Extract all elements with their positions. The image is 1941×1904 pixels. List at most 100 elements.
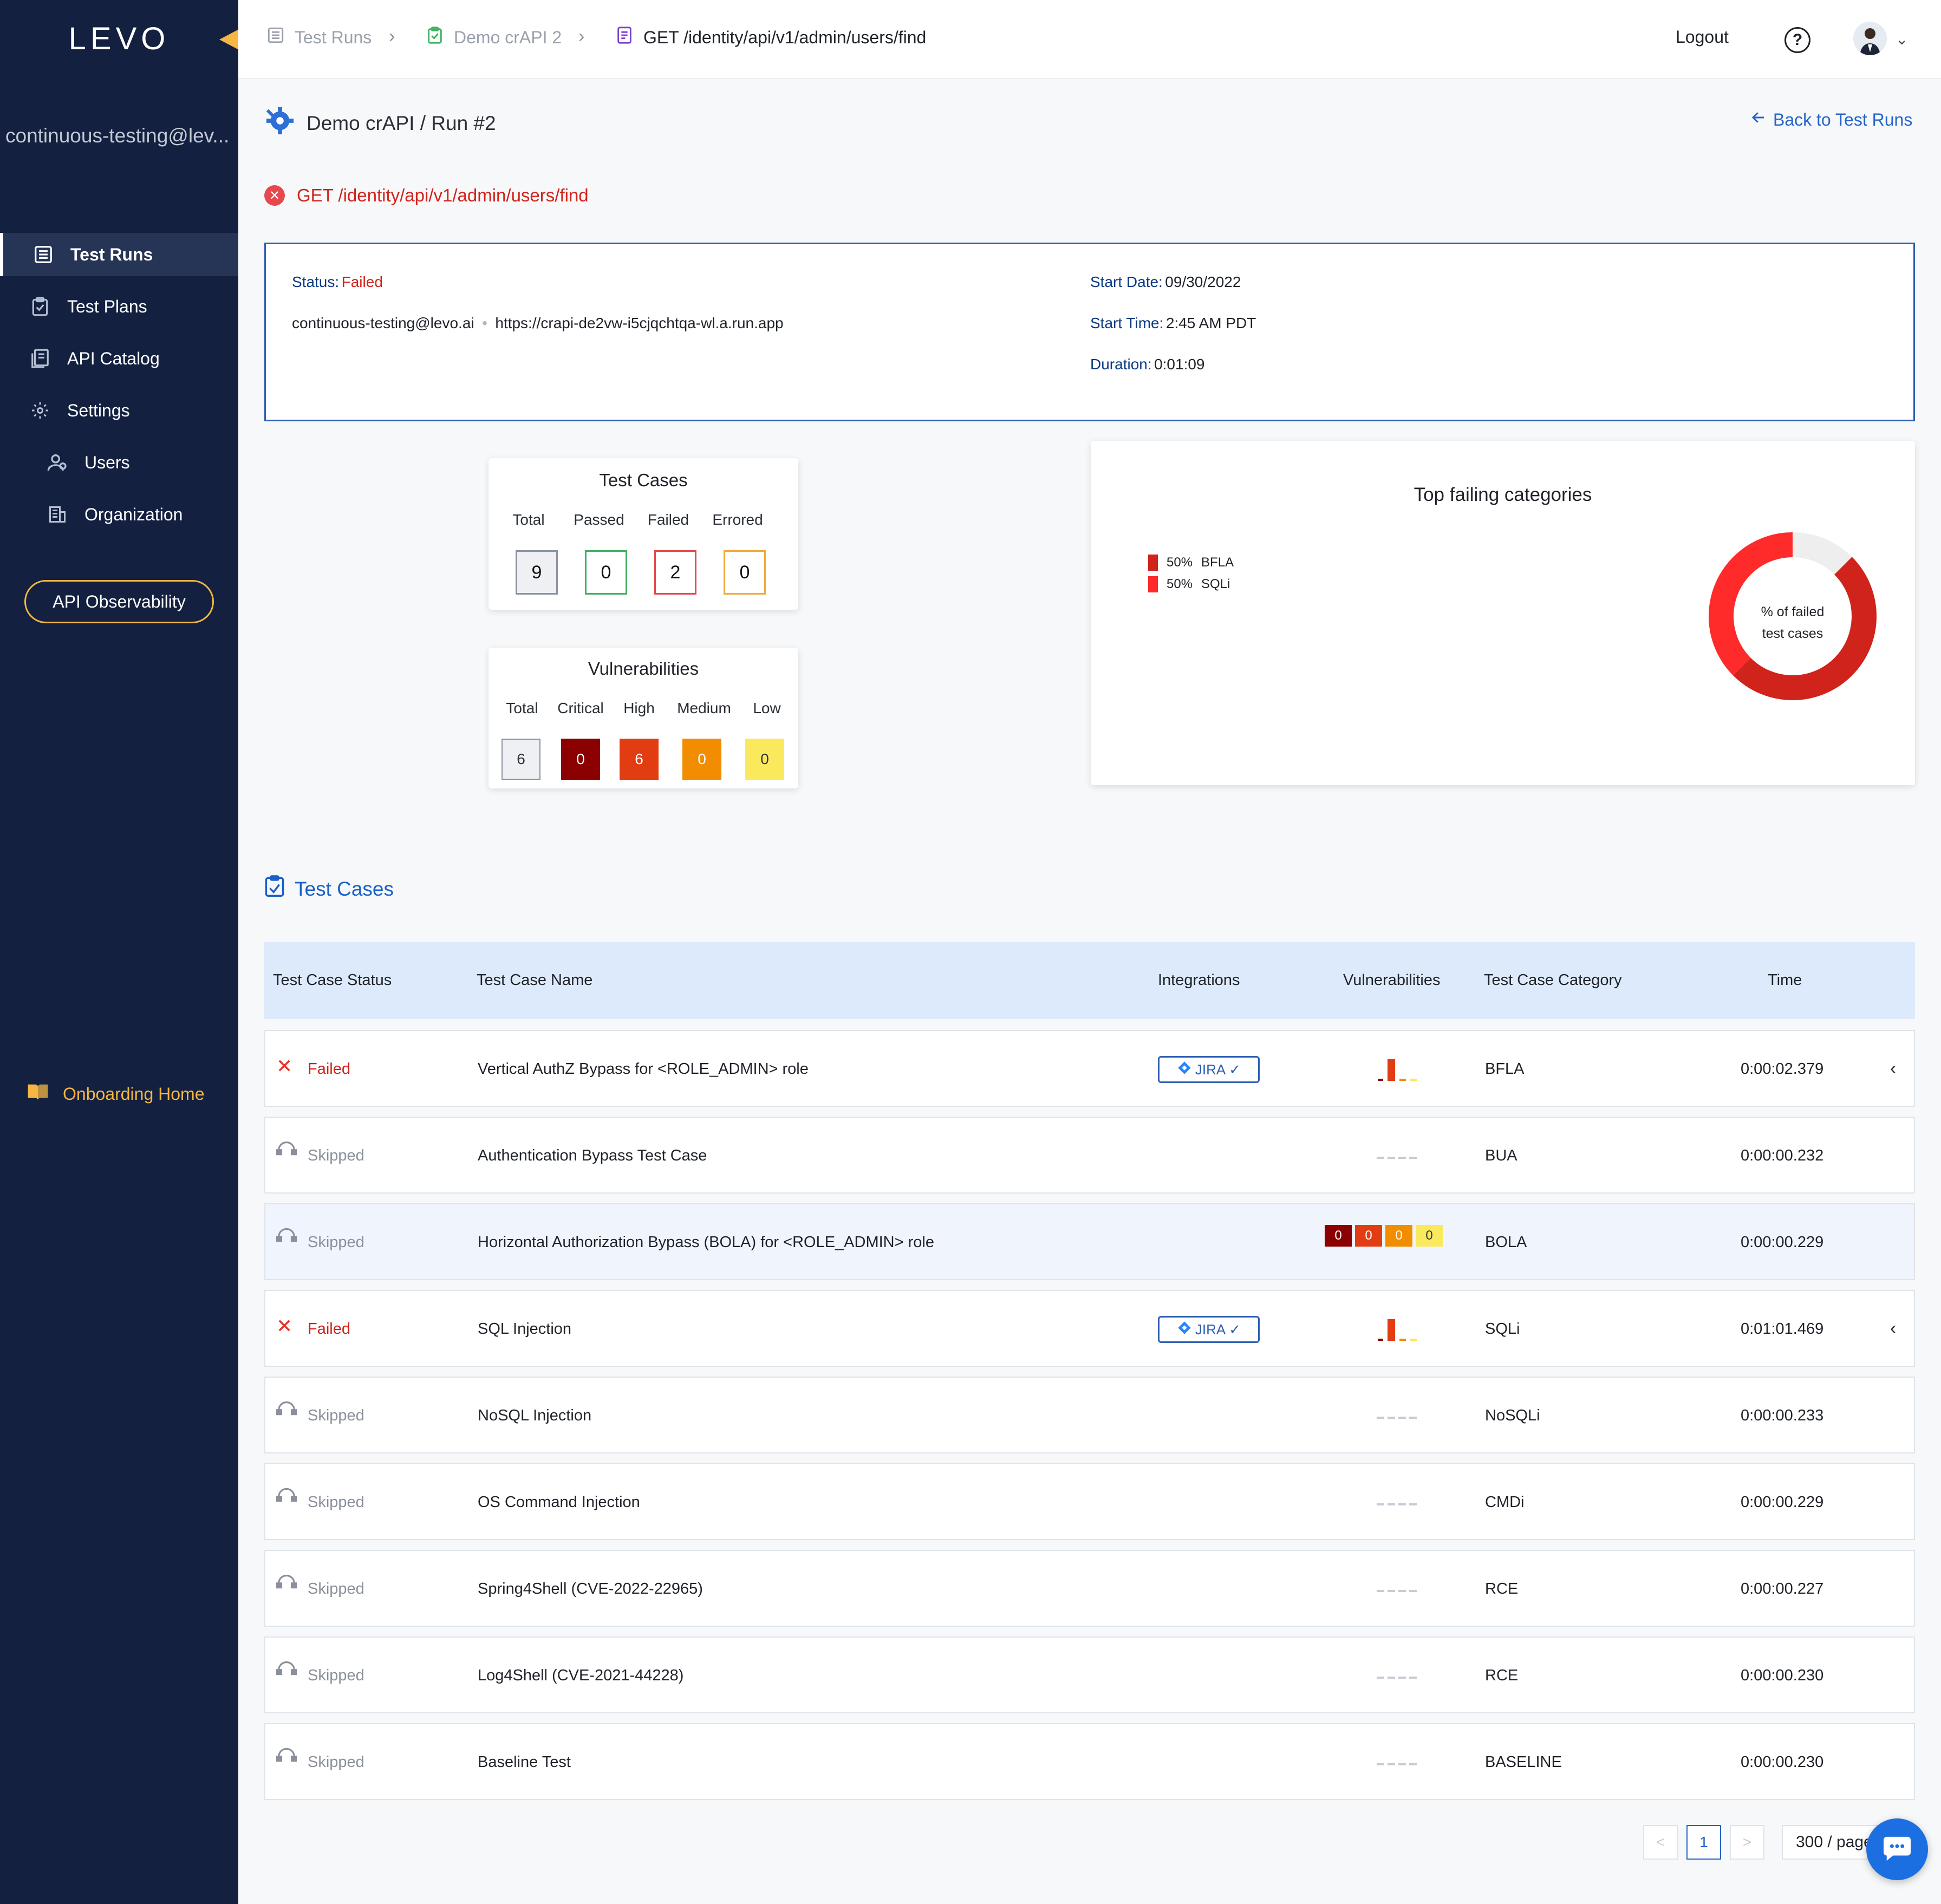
- sidebar-item-api-catalog[interactable]: API Catalog: [0, 337, 238, 380]
- legend-item-bfla: 50% BFLA: [1148, 555, 1234, 571]
- status-text: Skipped: [308, 1494, 364, 1511]
- legend-pct: 50%: [1167, 555, 1193, 570]
- endpoint-title: ✕ GET /identity/api/v1/admin/users/find: [264, 185, 589, 206]
- sidebar-item-test-runs[interactable]: Test Runs: [0, 233, 238, 276]
- sidebar-item-settings[interactable]: Settings: [0, 389, 238, 432]
- table-row[interactable]: ✕ Failed Vertical AuthZ Bypass for <ROLE_A…: [264, 1030, 1915, 1107]
- page-1-button[interactable]: 1: [1686, 1825, 1721, 1860]
- breadcrumb-test-runs[interactable]: Test Runs: [266, 26, 372, 49]
- sidebar-item-label: Users: [84, 452, 130, 472]
- vulnerabilities-summary-card: Vulnerabilities Total Critical High Medi…: [488, 648, 798, 788]
- vuln-critical-count: 0: [561, 739, 600, 780]
- col-label-errored: Errored: [712, 511, 763, 528]
- status-text: Skipped: [308, 1234, 364, 1251]
- users-icon: [45, 451, 69, 474]
- sidebar-item-label: Organization: [84, 504, 183, 524]
- sidebar-item-users[interactable]: Users: [0, 441, 238, 484]
- test-case-time: 0:00:00.227: [1741, 1580, 1824, 1597]
- duration-value: 0:01:09: [1154, 356, 1205, 373]
- section-title-text: Test Cases: [295, 877, 394, 900]
- error-icon: ✕: [264, 185, 285, 206]
- col-label-failed: Failed: [647, 511, 689, 528]
- table-row[interactable]: Skipped Baseline Test BASELINE 0:00:00.230: [264, 1723, 1915, 1800]
- test-case-name: NoSQL Injection: [478, 1407, 592, 1424]
- org-email[interactable]: continuous-testing@lev...: [5, 125, 236, 147]
- table-row[interactable]: Skipped OS Command Injection CMDi 0:00:00.2…: [264, 1463, 1915, 1540]
- table-row[interactable]: Skipped Log4Shell (CVE-2021-44228) RCE 0:00…: [264, 1636, 1915, 1713]
- status-text: Skipped: [308, 1407, 364, 1424]
- failed-x-icon: ✕: [276, 1055, 293, 1077]
- back-label: Back to Test Runs: [1773, 109, 1913, 129]
- next-page-button[interactable]: >: [1730, 1825, 1764, 1860]
- vulnerability-sparkline: [1378, 1319, 1417, 1341]
- test-case-time: 0:00:00.230: [1741, 1667, 1824, 1684]
- breadcrumb-label: Demo crAPI 2: [454, 27, 562, 47]
- jira-integration-badge[interactable]: JIRA ✓: [1158, 1056, 1260, 1083]
- table-row[interactable]: ✕ Failed SQL Injection JIRA ✓ SQLi 0:01:01.469…: [264, 1290, 1915, 1367]
- page-title: Demo crAPI / Run #2: [264, 106, 496, 140]
- column-header-time[interactable]: Time: [1768, 971, 1802, 989]
- col-label-critical: Critical: [557, 700, 604, 716]
- test-case-category: RCE: [1485, 1580, 1519, 1597]
- onboarding-home-link[interactable]: Onboarding Home: [27, 1082, 204, 1106]
- chat-button[interactable]: [1866, 1818, 1928, 1880]
- breadcrumb-label: GET /identity/api/v1/admin/users/find: [643, 27, 927, 47]
- no-vulnerability-placeholder: [1377, 1157, 1418, 1159]
- jira-label: JIRA: [1195, 1061, 1226, 1078]
- endpoint-text: GET /identity/api/v1/admin/users/find: [297, 185, 589, 205]
- table-row[interactable]: Skipped NoSQL Injection NoSQLi 0:00:00.233: [264, 1377, 1915, 1453]
- checklist-icon: [264, 875, 285, 903]
- clipboard-icon: [426, 26, 444, 49]
- logout-button[interactable]: Logout: [1676, 27, 1729, 47]
- vuln-severity-count: 0: [1355, 1225, 1382, 1247]
- legend-name: BFLA: [1201, 555, 1234, 570]
- test-case-name: SQL Injection: [478, 1320, 572, 1338]
- table-row[interactable]: Skipped Horizontal Authorization Bypass (…: [264, 1203, 1915, 1280]
- skipped-icon: [276, 1399, 297, 1420]
- test-case-category: NoSQLi: [1485, 1407, 1540, 1424]
- column-header-integrations[interactable]: Integrations: [1158, 971, 1240, 989]
- status-text: Skipped: [308, 1580, 364, 1597]
- sidebar-item-test-plans[interactable]: Test Plans: [0, 285, 238, 328]
- column-header-status[interactable]: Test Case Status: [273, 971, 392, 989]
- status-field: Status: Failed: [292, 273, 383, 291]
- top-failing-categories-card: Top failing categories 50% BFLA 50% SQLi…: [1091, 441, 1915, 785]
- no-vulnerability-placeholder: [1377, 1503, 1418, 1505]
- vuln-severity-count: 0: [1416, 1225, 1443, 1247]
- breadcrumb-label: Test Runs: [295, 27, 372, 47]
- table-row[interactable]: Skipped Authentication Bypass Test Case BU…: [264, 1117, 1915, 1194]
- breadcrumb-separator-icon: ›: [578, 26, 585, 47]
- check-icon: ✓: [1229, 1321, 1241, 1338]
- chevron-down-icon[interactable]: ⌄: [1896, 30, 1908, 48]
- book-icon: [27, 1082, 49, 1106]
- legend-swatch: [1148, 555, 1158, 571]
- status-text: Skipped: [308, 1753, 364, 1771]
- jira-label: JIRA: [1195, 1321, 1226, 1338]
- vuln-high-count: 6: [620, 739, 659, 780]
- sidebar-item-organization[interactable]: Organization: [0, 493, 238, 536]
- column-header-category[interactable]: Test Case Category: [1484, 971, 1622, 989]
- column-header-vulnerabilities[interactable]: Vulnerabilities: [1343, 971, 1440, 989]
- collapse-sidebar-icon[interactable]: [219, 29, 239, 50]
- column-header-name[interactable]: Test Case Name: [477, 971, 592, 989]
- start-date-field: Start Date: 09/30/2022: [1090, 273, 1241, 291]
- table-row[interactable]: Skipped Spring4Shell (CVE-2022-22965) RCE 0…: [264, 1550, 1915, 1627]
- donut-center-line1: % of failed: [1761, 604, 1825, 620]
- avatar[interactable]: [1853, 22, 1887, 55]
- breadcrumb-test-plan[interactable]: Demo crAPI 2: [426, 26, 562, 49]
- api-observability-button[interactable]: API Observability: [24, 580, 214, 623]
- jira-integration-badge[interactable]: JIRA ✓: [1158, 1316, 1260, 1343]
- target-url[interactable]: https://crapi-de2vw-i5cjqchtqa-wl.a.run.…: [495, 315, 783, 331]
- no-vulnerability-placeholder: [1377, 1763, 1418, 1765]
- vuln-severity-count: 0: [1325, 1225, 1352, 1247]
- expand-chevron-icon[interactable]: ‹: [1890, 1318, 1896, 1339]
- test-case-category: BOLA: [1485, 1234, 1527, 1251]
- building-icon: [45, 503, 69, 526]
- back-to-test-runs-link[interactable]: Back to Test Runs: [1750, 109, 1912, 130]
- expand-chevron-icon[interactable]: ‹: [1890, 1058, 1896, 1079]
- help-icon[interactable]: ?: [1784, 27, 1810, 53]
- skipped-icon: [276, 1139, 297, 1160]
- test-case-time: 0:01:01.469: [1741, 1320, 1824, 1338]
- prev-page-button[interactable]: <: [1643, 1825, 1678, 1860]
- breadcrumb-endpoint: GET /identity/api/v1/admin/users/find: [615, 26, 926, 49]
